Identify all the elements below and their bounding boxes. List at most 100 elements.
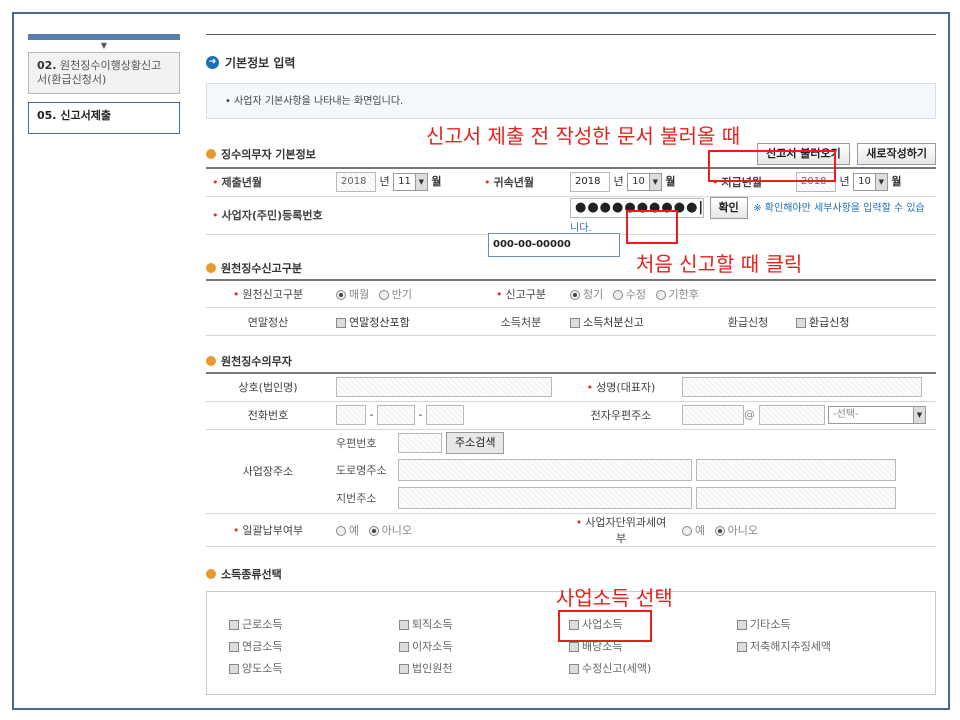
arrow-right-icon: ➜	[206, 55, 219, 69]
email-id-input[interactable]	[682, 405, 744, 425]
annual-cell: 연말정산포함	[330, 307, 478, 336]
email-cell: @ -선택- ▼	[676, 401, 936, 430]
year-unit: 년	[613, 175, 624, 189]
road-addr-row: 도로명주소	[330, 456, 930, 484]
sidebar-item-withholding-report[interactable]: 02. 원천징수이행상황신고서(환급신청서)	[28, 52, 180, 94]
monthly-radio[interactable]	[336, 289, 346, 300]
bullet-icon	[206, 262, 216, 273]
load-button-highlight	[708, 150, 836, 182]
road-label: 도로명주소	[336, 464, 387, 477]
income-checkbox[interactable]	[570, 317, 580, 328]
page-title: ➜ 기본정보 입력	[206, 51, 936, 73]
table-row: 연말정산 연말정산포함 소득처분 소득처분신고 환급신청 환급신청	[206, 307, 936, 336]
section-title: 원천징수신고구분	[206, 257, 936, 279]
email-domain-select[interactable]: -선택- ▼	[828, 406, 926, 424]
sidebar-item-number: 05.	[37, 109, 57, 122]
ceo-cell	[676, 373, 936, 402]
confirm-button[interactable]: 확인	[709, 196, 748, 219]
unit-tax-cell: 예 아니오	[676, 513, 936, 547]
income-option-savings-penalty[interactable]: 저축해지추징세액	[737, 638, 831, 654]
bulk-no-radio[interactable]	[368, 525, 379, 536]
income-option-amended[interactable]: 수정신고(세액)	[569, 660, 651, 676]
submit-month-label: • 제출년월	[206, 168, 330, 197]
section-title-text: 소득종류선택	[221, 567, 282, 581]
annual-checkbox[interactable]	[336, 317, 346, 328]
reg-number-hint: 000-00-00000	[488, 232, 620, 257]
submit-month-select[interactable]: 11 ▼	[393, 173, 428, 192]
section-title-text: 원천징수신고구분	[221, 261, 302, 275]
address-search-button[interactable]: 주소검색	[446, 432, 505, 454]
annual-label: 연말정산	[206, 307, 330, 336]
road-addr-detail-input[interactable]	[696, 459, 896, 481]
unit-yes-radio[interactable]	[682, 525, 692, 536]
year-unit: 년	[379, 175, 390, 189]
phone-area-input[interactable]	[336, 405, 366, 425]
lot-addr-detail-input[interactable]	[696, 487, 896, 509]
zip-label: 우편번호	[336, 437, 377, 450]
road-addr-input[interactable]	[398, 459, 692, 481]
company-cell	[330, 373, 566, 402]
lot-addr-input[interactable]	[398, 487, 692, 509]
month-unit: 월	[431, 175, 442, 189]
income-option-other[interactable]: 기타소득	[737, 616, 790, 632]
company-input[interactable]	[336, 377, 552, 398]
type-label: • 원천신고구분	[206, 279, 330, 308]
addr-cell: 우편번호 주소검색 도로명주소 지번주소	[330, 429, 936, 514]
pay-month-select[interactable]: 10 ▼	[853, 173, 888, 192]
lot-label: 지번주소	[336, 492, 377, 505]
bullet-icon	[206, 356, 216, 366]
report-cell: 정기 수정 기한후	[564, 279, 936, 308]
refund-checkbox[interactable]	[796, 317, 806, 328]
chevron-down-icon: ▼	[414, 174, 427, 191]
unit-tax-label: • 사업자단위과세여부	[566, 513, 676, 547]
belong-month-label: • 귀속년월	[478, 168, 564, 197]
chevron-down-icon: ▼	[648, 174, 661, 191]
chevron-down-icon: ▼	[100, 41, 108, 50]
business-income-highlight	[558, 610, 652, 642]
half-radio[interactable]	[378, 289, 389, 300]
income-option-interest[interactable]: 이자소득	[399, 638, 452, 654]
sidebar: ▼ 02. 원천징수이행상황신고서(환급신청서) 05. 신고서제출	[28, 34, 180, 134]
report-label: • 신고구분	[478, 279, 564, 308]
first-report-annotation: 처음 신고할 때 클릭	[636, 252, 803, 276]
income-option-corporate[interactable]: 법인원천	[399, 660, 452, 676]
table-row: • 사업자(주민)등록번호 ●●●●●●●●●●| 확인 ※ 확인해야만 세부사항…	[206, 196, 936, 235]
ceo-name-input[interactable]	[682, 377, 922, 398]
table-row: • 원천신고구분 매월 반기 • 신고구분 정기 수정 기한후	[206, 279, 936, 308]
info-box: • 사업자 기본사항을 나타내는 화면입니다.	[206, 83, 936, 119]
amend-radio[interactable]	[612, 289, 623, 300]
income-option-transfer[interactable]: 양도소득	[229, 660, 282, 676]
chevron-down-icon: ▼	[913, 407, 925, 423]
new-report-button[interactable]: 새로작성하기	[857, 143, 936, 165]
month-unit: 월	[665, 175, 676, 189]
zip-input[interactable]	[398, 433, 442, 453]
belong-year-input[interactable]: 2018	[570, 172, 610, 193]
late-radio[interactable]	[655, 289, 666, 300]
email-domain-input[interactable]	[758, 405, 825, 425]
sidebar-item-label: 신고서제출	[60, 109, 111, 122]
phone-label: 전화번호	[206, 401, 330, 430]
section-title-text: 징수의무자 기본정보	[221, 148, 316, 161]
chevron-down-icon: ▼	[874, 174, 887, 191]
belong-month-select[interactable]: 10 ▼	[627, 173, 662, 192]
bulk-yes-radio[interactable]	[336, 525, 346, 536]
unit-no-radio[interactable]	[714, 525, 725, 536]
reg-number-label: • 사업자(주민)등록번호	[206, 196, 564, 235]
refund-label: 환급신청	[706, 307, 790, 336]
section-title: 징수의무자 기본정보	[206, 143, 316, 165]
submit-year-input[interactable]: 2018	[336, 172, 376, 193]
income-label: 소득처분	[478, 307, 564, 336]
info-text: 사업자 기본사항을 나타내는 화면입니다.	[234, 96, 404, 107]
regular-radio[interactable]	[570, 289, 580, 300]
income-option-labor[interactable]: 근로소득	[229, 616, 282, 632]
income-option-retire[interactable]: 퇴직소득	[399, 616, 452, 632]
sidebar-item-submit[interactable]: 05. 신고서제출	[28, 102, 180, 134]
refund-cell: 환급신청	[790, 307, 936, 336]
phone-last-input[interactable]	[425, 405, 464, 425]
report-type-table: • 원천신고구분 매월 반기 • 신고구분 정기 수정 기한후 연말정산 연말정산포…	[206, 278, 936, 336]
phone-mid-input[interactable]	[376, 405, 415, 425]
reg-number-cell: ●●●●●●●●●●| 확인 ※ 확인해야만 세부사항을 입력할 수 있습니다.	[564, 196, 936, 235]
bullet-icon	[206, 568, 216, 579]
income-option-pension[interactable]: 연금소득	[229, 638, 282, 654]
year-unit: 년	[839, 175, 850, 189]
